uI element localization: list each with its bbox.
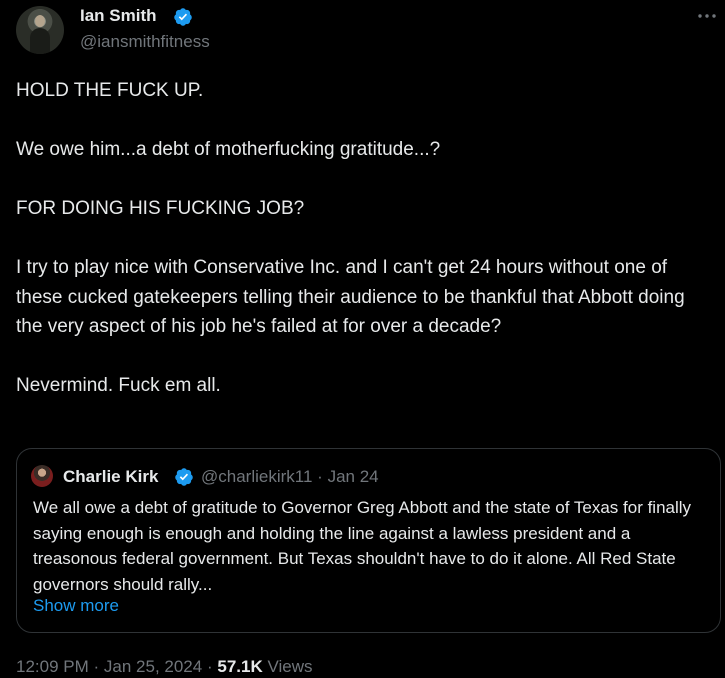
tweet-paragraph: HOLD THE FUCK UP. bbox=[16, 80, 204, 101]
tweet: Ian Smith @iansmithfitness HOLD THE FUCK… bbox=[0, 0, 725, 678]
quoted-tweet-date[interactable]: Jan 24 bbox=[328, 467, 379, 486]
views-label: Views bbox=[267, 657, 313, 676]
show-more-link[interactable]: Show more bbox=[33, 596, 119, 616]
avatar-head bbox=[35, 15, 45, 27]
tweet-date[interactable]: Jan 25, 2024 bbox=[104, 657, 202, 676]
more-button[interactable] bbox=[694, 6, 720, 26]
tweet-text: HOLD THE FUCK UP. We owe him...a debt of… bbox=[16, 76, 716, 401]
tweet-time[interactable]: 12:09 PM bbox=[16, 657, 89, 676]
quoted-tweet-meta: @charliekirk11 · Jan 24 bbox=[201, 467, 379, 487]
quoted-author-handle: @charliekirk11 bbox=[201, 467, 313, 486]
more-horizontal-icon bbox=[698, 14, 716, 18]
quoted-tweet-text: We all owe a debt of gratitude to Govern… bbox=[33, 498, 692, 594]
tweet-paragraph: I try to play nice with Conservative Inc… bbox=[16, 257, 685, 337]
tweet-paragraph: We owe him...a debt of motherfucking gra… bbox=[16, 139, 441, 160]
quoted-author-name: Charlie Kirk bbox=[63, 467, 159, 486]
author-name[interactable]: Ian Smith bbox=[80, 6, 157, 26]
meta-separator: · bbox=[317, 467, 323, 486]
avatar-body bbox=[30, 28, 50, 54]
tweet-meta: 12:09 PM · Jan 25, 2024 · 57.1K Views bbox=[16, 656, 313, 678]
author-avatar[interactable] bbox=[16, 6, 64, 54]
views-count: 57.1K bbox=[217, 657, 263, 676]
verified-badge-icon bbox=[175, 468, 193, 486]
quoted-author-avatar[interactable] bbox=[31, 465, 53, 487]
author-handle[interactable]: @iansmithfitness bbox=[80, 32, 210, 52]
verified-badge-icon bbox=[174, 8, 192, 26]
meta-separator: · bbox=[206, 657, 213, 676]
quoted-tweet-card[interactable]: Charlie Kirk @charliekirk11 · Jan 24 We … bbox=[16, 448, 721, 633]
tweet-paragraph: FOR DOING HIS FUCKING JOB? bbox=[16, 198, 305, 219]
tweet-paragraph: Nevermind. Fuck em all. bbox=[16, 375, 221, 396]
meta-separator: · bbox=[93, 657, 100, 676]
